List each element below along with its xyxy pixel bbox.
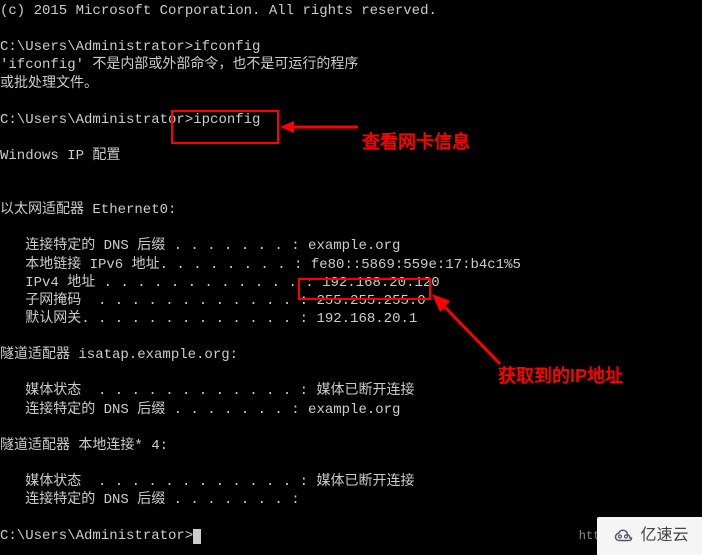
value: example.org [308,402,400,418]
error-line1: 'ifconfig' 不是内部或外部命令，也不是可运行的程序 [0,56,702,74]
prompt: C:\Users\Administrator> [0,39,193,55]
dns-suffix: 连接特定的 DNS 后缀 . . . . . . . : example.org [0,237,702,255]
copyright-line: (c) 2015 Microsoft Corporation. All righ… [0,2,702,20]
subnet-mask: 子网掩码 . . . . . . . . . . . . : 255.255.2… [0,292,702,310]
label: 连接特定的 DNS 后缀 . . . . . . . : [0,238,308,254]
prompt-ifconfig: C:\Users\Administrator>ifconfig [0,38,702,56]
cursor-icon [193,529,201,544]
prompt: C:\Users\Administrator> [0,528,193,544]
command: ipconfig [193,112,260,128]
default-gateway: 默认网关. . . . . . . . . . . . . : 192.168.… [0,310,702,328]
value: 255.255.255.0 [316,293,425,309]
value: example.org [308,238,400,254]
tunnel-isatap: 隧道适配器 isatap.example.org: [0,346,702,364]
label: 本地链接 IPv6 地址. . . . . . . . : [0,257,311,273]
value: 192.168.20.1 [316,311,417,327]
brand-name: 亿速云 [640,526,688,547]
ipconfig-header: Windows IP 配置 [0,147,702,165]
error-line2: 或批处理文件。 [0,75,702,93]
value: 媒体已断开连接 [316,474,414,490]
adapter-ethernet: 以太网适配器 Ethernet0: [0,201,702,219]
label: 子网掩码 . . . . . . . . . . . . : [0,293,316,309]
dns-suffix-2: 连接特定的 DNS 后缀 . . . . . . . : example.org [0,401,702,419]
label: 连接特定的 DNS 后缀 . . . . . . . : [0,402,308,418]
label: 连接特定的 DNS 后缀 . . . . . . . : [0,492,308,508]
brand-logo-overlay: 亿速云 [597,517,702,555]
terminal-output[interactable]: (c) 2015 Microsoft Corporation. All righ… [0,0,702,548]
prompt: C:\Users\Administrator> [0,112,193,128]
value: fe80::5869:559e:17:b4c1%5 [311,257,521,273]
cloud-icon [610,523,636,549]
label: IPv4 地址 . . . . . . . . . . . . : [0,275,322,291]
prompt-ipconfig: C:\Users\Administrator>ipconfig [0,111,702,129]
label: 媒体状态 . . . . . . . . . . . . : [0,383,316,399]
annotation-obtained-ip: 获取到的IP地址 [498,365,623,388]
media-state-2: 媒体状态 . . . . . . . . . . . . : 媒体已断开连接 [0,473,702,491]
label: 媒体状态 . . . . . . . . . . . . : [0,474,316,490]
ipv6-address: 本地链接 IPv6 地址. . . . . . . . : fe80::5869… [0,256,702,274]
tunnel-local: 隧道适配器 本地连接* 4: [0,437,702,455]
dns-suffix-3: 连接特定的 DNS 后缀 . . . . . . . : [0,491,702,509]
ipv4-address: IPv4 地址 . . . . . . . . . . . . : 192.16… [0,274,702,292]
command: ifconfig [193,39,260,55]
label: 默认网关. . . . . . . . . . . . . : [0,311,316,327]
value: 媒体已断开连接 [316,383,414,399]
value: 192.168.20.120 [322,275,440,291]
annotation-view-netcard: 查看网卡信息 [362,131,470,154]
